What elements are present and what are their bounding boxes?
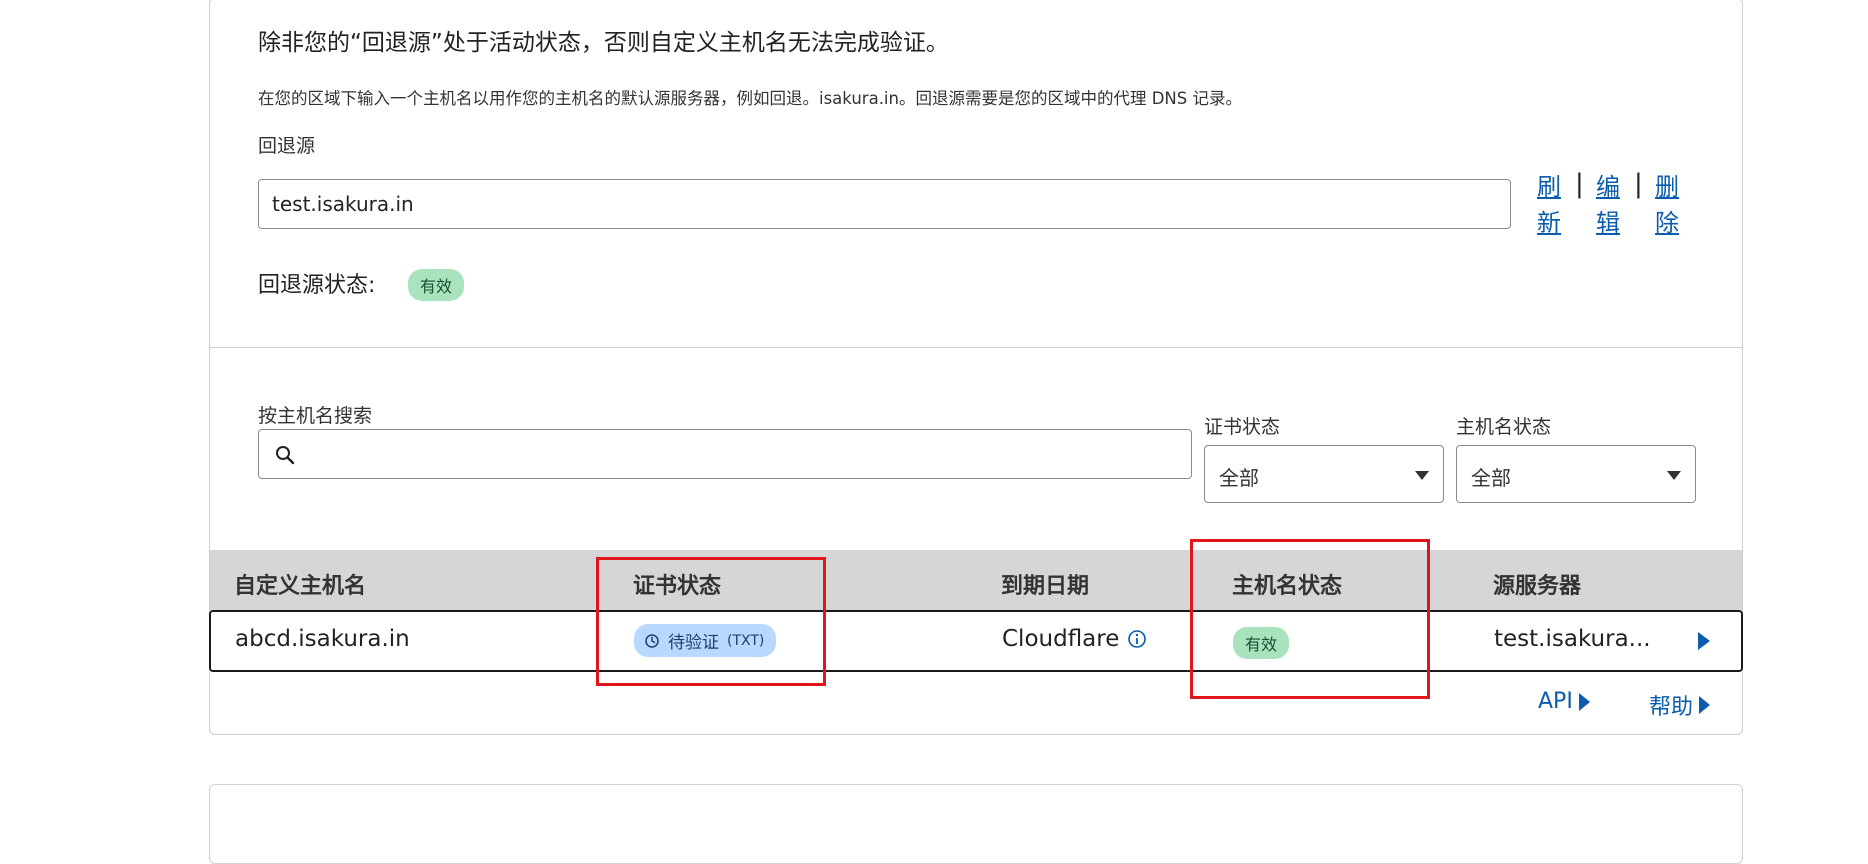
api-link[interactable]: API [1538,689,1590,714]
fallback-status-label: 回退源状态: [258,273,376,298]
fallback-origin-field[interactable]: test.isakura.in [258,179,1511,229]
cert-status-select[interactable]: 全部 [1204,445,1444,503]
chevron-down-icon [1667,471,1681,480]
highlight-cert-status [596,557,826,686]
origin-cell: test.isakura... [1494,626,1651,652]
search-icon [276,446,295,465]
fallback-heading: 除非您的“回退源”处于活动状态，否则自定义主机名无法完成验证。 [258,30,949,56]
refresh-link-line2: 新 [1537,209,1561,237]
section-divider [210,347,1742,348]
column-header-origin[interactable]: 源服务器 [1493,568,1581,600]
search-box[interactable] [258,429,1192,479]
edit-link-line2: 辑 [1596,209,1620,237]
hostname-status-select-value: 全部 [1471,466,1511,490]
delete-link[interactable]: 删 除 [1654,169,1680,241]
help-link-label: 帮助 [1649,695,1694,720]
chevron-down-icon [1415,471,1429,480]
status-badge: 有效 [408,269,465,301]
hostname-status-select[interactable]: 全部 [1456,445,1696,503]
next-card [209,784,1743,864]
hostname-cell: abcd.isakura.in [235,626,410,652]
custom-hostnames-card: 除非您的“回退源”处于活动状态，否则自定义主机名无法完成验证。 在您的区域下输入… [209,0,1743,735]
refresh-link-line1: 刷 [1537,173,1561,201]
play-right-icon [1578,692,1590,711]
fallback-description: 在您的区域下输入一个主机名以用作您的主机名的默认源服务器，例如回退。isakur… [258,89,1242,108]
help-link[interactable]: 帮助 [1649,689,1711,721]
fallback-status-badge: 有效 [408,269,465,301]
search-input[interactable] [309,440,1173,470]
edit-link[interactable]: 编 辑 [1595,169,1621,241]
hostname-status-filter-label: 主机名状态 [1456,416,1552,438]
info-icon[interactable] [1127,629,1147,649]
search-label: 按主机名搜索 [258,405,373,427]
play-right-icon[interactable] [1697,631,1711,651]
action-separator: | [1575,169,1584,199]
expiry-text: Cloudflare [1002,626,1120,652]
column-header-expiry[interactable]: 到期日期 [1001,568,1089,600]
highlight-hostname-status [1190,539,1430,699]
api-link-label: API [1538,689,1573,714]
delete-link-line2: 除 [1655,209,1679,237]
fallback-origin-label: 回退源 [258,135,316,157]
table-row[interactable]: abcd.isakura.in 待验证 (TXT) Cloudflare 有效 … [209,610,1743,672]
refresh-link[interactable]: 刷 新 [1536,169,1562,241]
cert-status-select-value: 全部 [1219,466,1259,490]
cert-status-filter-label: 证书状态 [1204,416,1281,438]
column-header-hostname[interactable]: 自定义主机名 [234,568,366,600]
expiry-cell: Cloudflare [1002,626,1147,652]
play-right-icon [1699,696,1711,714]
action-separator: | [1634,169,1643,199]
table-header: 自定义主机名 证书状态 到期日期 主机名状态 源服务器 [210,550,1742,610]
delete-link-line1: 删 [1655,173,1679,201]
edit-link-line1: 编 [1596,173,1620,201]
